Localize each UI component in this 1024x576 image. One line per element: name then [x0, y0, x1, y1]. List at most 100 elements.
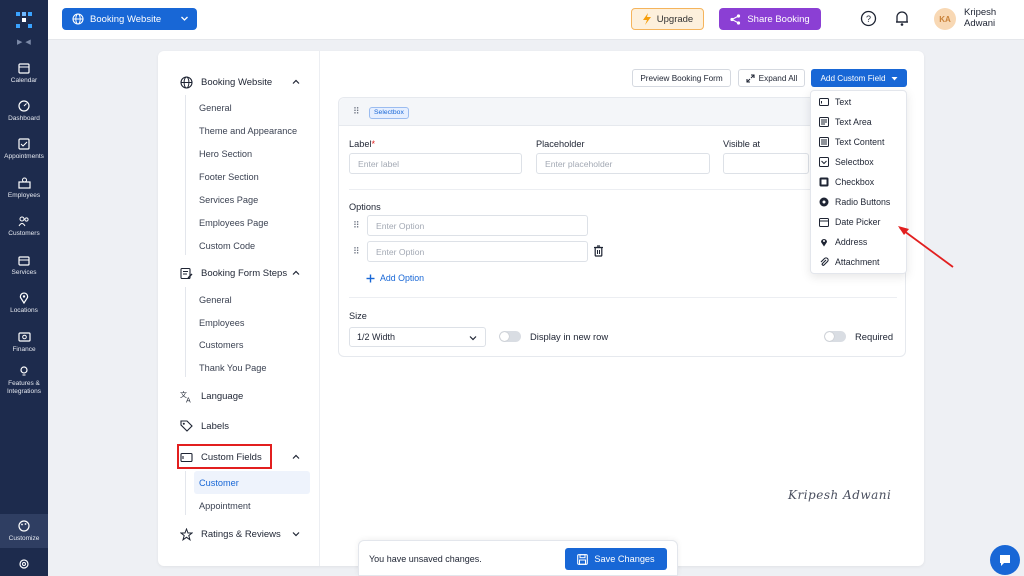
drag-handle-icon[interactable]: ⠿: [353, 220, 360, 231]
option-input-2[interactable]: Enter Option: [367, 241, 588, 262]
share-booking-button[interactable]: Share Booking: [719, 8, 821, 30]
menu-item-label: Text Content: [835, 137, 885, 147]
chevron-down-icon: [181, 16, 188, 21]
customers-icon: [18, 216, 29, 227]
sidebar-item-general[interactable]: General: [199, 103, 232, 113]
option-input-1[interactable]: Enter Option: [367, 215, 588, 236]
sidebar-section-label: Labels: [201, 421, 229, 432]
trash-icon[interactable]: [593, 245, 604, 257]
calendar-icon: [18, 63, 30, 74]
sidebar-section-label: Booking Form Steps: [201, 268, 288, 279]
required-toggle[interactable]: [824, 331, 846, 342]
menu-item-checkbox[interactable]: Checkbox: [819, 177, 874, 187]
sidebar-section-booking-form-steps[interactable]: Booking Form Steps: [180, 267, 300, 280]
booking-website-select[interactable]: Booking Website: [62, 8, 197, 30]
menu-item-text-area[interactable]: Text Area: [819, 117, 872, 127]
nav-item-features[interactable]: Features & Integrations: [0, 365, 48, 396]
nav-item-customize[interactable]: Customize: [0, 514, 48, 548]
bell-icon[interactable]: [894, 10, 910, 27]
menu-item-label: Checkbox: [835, 177, 875, 187]
menu-item-radio-buttons[interactable]: Radio Buttons: [819, 197, 890, 207]
label-title-text: Label: [349, 139, 372, 149]
sidebar-item-appointment[interactable]: Appointment: [199, 501, 251, 511]
collapse-nav-icon[interactable]: ▶◀: [17, 38, 34, 46]
appointments-icon: [18, 138, 30, 150]
signature-watermark: Kripesh Adwani: [788, 488, 892, 502]
calendar-icon: [819, 218, 829, 227]
menu-item-label: Date Picker: [835, 217, 881, 227]
nav-item-dashboard[interactable]: Dashboard: [0, 100, 48, 123]
text-field-icon: [819, 98, 829, 106]
menu-item-date-picker[interactable]: Date Picker: [819, 217, 880, 227]
size-select[interactable]: 1/2 Width: [349, 327, 486, 347]
unsaved-changes-message: You have unsaved changes.: [369, 554, 482, 564]
text-content-icon: [819, 137, 829, 147]
annotation-arrow: [898, 226, 954, 268]
user-name[interactable]: Kripesh Adwani: [964, 7, 996, 29]
app-logo-icon[interactable]: [14, 10, 34, 30]
visible-at-select[interactable]: [723, 153, 809, 174]
sidebar-item-footer[interactable]: Footer Section: [199, 172, 259, 182]
drag-handle-icon[interactable]: ⠿: [353, 246, 360, 257]
display-new-row-toggle[interactable]: [499, 331, 521, 342]
sidebar-item-form-employees[interactable]: Employees: [199, 318, 244, 328]
sidebar-item-theme[interactable]: Theme and Appearance: [199, 126, 297, 136]
upgrade-button[interactable]: Upgrade: [631, 8, 704, 30]
label-title: Label*: [349, 139, 375, 149]
help-icon[interactable]: ?: [860, 10, 877, 27]
nav-item-locations[interactable]: Locations: [0, 292, 48, 315]
required-asterisk: *: [371, 139, 376, 149]
nav-item-calendar[interactable]: Calendar: [0, 62, 48, 85]
add-custom-field-button[interactable]: Add Custom Field: [811, 69, 907, 87]
label-input[interactable]: Enter label: [349, 153, 522, 174]
drag-handle-icon[interactable]: ⠿: [353, 106, 360, 117]
save-changes-label: Save Changes: [594, 554, 655, 564]
menu-item-address[interactable]: Address: [819, 237, 867, 247]
menu-item-label: Selectbox: [835, 157, 874, 167]
sidebar-section-language[interactable]: 文A Language: [180, 390, 243, 403]
save-changes-button[interactable]: Save Changes: [565, 548, 667, 570]
expand-all-button[interactable]: Expand All: [738, 69, 805, 87]
menu-item-selectbox[interactable]: Selectbox: [819, 157, 874, 167]
add-option-button[interactable]: Add Option: [366, 273, 424, 283]
sidebar-item-customer[interactable]: Customer: [199, 478, 239, 488]
sidebar-item-form-customers[interactable]: Customers: [199, 340, 243, 350]
nav-label: Appointments: [4, 153, 44, 160]
highlight-annotation-box: [177, 444, 272, 469]
sidebar-item-hero[interactable]: Hero Section: [199, 149, 252, 159]
menu-item-text-content[interactable]: Text Content: [819, 137, 884, 147]
avatar[interactable]: KA: [934, 8, 956, 30]
user-first-name: Kripesh: [964, 7, 997, 18]
sidebar-section-booking-website[interactable]: Booking Website: [180, 76, 300, 89]
palette-icon: [18, 520, 30, 532]
star-icon: [180, 528, 193, 541]
menu-item-text[interactable]: Text: [819, 97, 851, 107]
preview-booking-form-button[interactable]: Preview Booking Form: [632, 69, 731, 87]
nav-label: Features & Integrations: [7, 380, 41, 395]
sidebar-item-services-page[interactable]: Services Page: [199, 195, 258, 205]
sidebar-item-employees-page[interactable]: Employees Page: [199, 218, 268, 228]
chat-support-button[interactable]: [990, 545, 1020, 575]
caret-down-icon: [891, 76, 898, 80]
placeholder-input[interactable]: Enter placeholder: [536, 153, 710, 174]
dashboard-icon: [18, 100, 30, 112]
sidebar-item-form-general[interactable]: General: [199, 295, 232, 305]
nav-item-more[interactable]: [0, 558, 48, 573]
menu-item-label: Address: [835, 237, 868, 247]
sidebar-item-thank-you[interactable]: Thank You Page: [199, 363, 266, 373]
nav-item-employees[interactable]: Employees: [0, 177, 48, 200]
placeholder-title: Placeholder: [536, 139, 585, 149]
expand-all-label: Expand All: [758, 73, 798, 83]
nav-item-finance[interactable]: Finance: [0, 331, 48, 354]
nav-item-services[interactable]: Services: [0, 254, 48, 277]
nav-item-customers[interactable]: Customers: [0, 215, 48, 238]
sidebar-section-ratings[interactable]: Ratings & Reviews: [180, 528, 300, 541]
location-pin-icon: [821, 239, 827, 247]
lightning-icon: [642, 13, 651, 25]
nav-item-appointments[interactable]: Appointments: [0, 138, 48, 161]
chevron-up-icon: [292, 454, 300, 459]
sidebar-item-custom-code[interactable]: Custom Code: [199, 241, 255, 251]
menu-item-attachment[interactable]: Attachment: [819, 257, 880, 267]
nav-label: Calendar: [10, 77, 38, 84]
sidebar-section-labels[interactable]: Labels: [180, 420, 229, 433]
